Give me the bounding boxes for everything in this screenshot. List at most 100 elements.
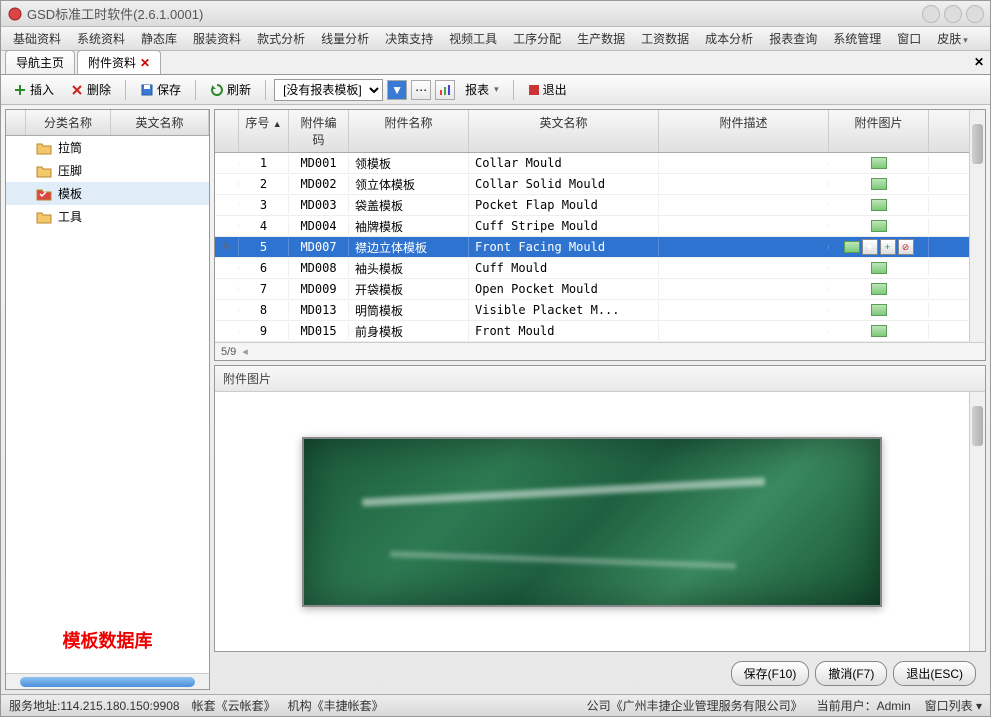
refresh-button[interactable]: 刷新 — [204, 79, 257, 100]
menu-basic[interactable]: 基础资料 — [5, 27, 69, 50]
exit-esc-button[interactable]: 退出(ESC) — [893, 661, 976, 686]
menu-production[interactable]: 生产数据 — [569, 27, 633, 50]
menu-process[interactable]: 工序分配 — [505, 27, 569, 50]
cell-ename: Pocket Flap Mould — [469, 196, 659, 214]
menu-style[interactable]: 款式分析 — [249, 27, 313, 50]
row-marker: ✎ — [215, 238, 239, 256]
cell-seq: 4 — [239, 217, 289, 235]
cell-seq: 9 — [239, 322, 289, 340]
template-dropdown-button[interactable]: ▼ — [387, 80, 407, 100]
delete-button[interactable]: 删除 — [64, 79, 117, 100]
menu-wage[interactable]: 工资数据 — [633, 27, 697, 50]
cell-desc — [659, 245, 829, 249]
pic-add-button[interactable]: + — [880, 239, 896, 255]
grid-row[interactable]: 2MD002领立体模板Collar Solid Mould — [215, 174, 969, 195]
category-title-label: 模板数据库 — [6, 607, 209, 673]
grid-vscrollbar[interactable] — [969, 110, 985, 342]
tree-item-模板[interactable]: 模板 — [6, 182, 209, 205]
grid-header-code[interactable]: 附件编码 — [289, 110, 349, 152]
cell-seq: 1 — [239, 154, 289, 172]
menu-static[interactable]: 静态库 — [133, 27, 185, 50]
cell-ename: Open Pocket Mould — [469, 280, 659, 298]
menu-cost[interactable]: 成本分析 — [697, 27, 761, 50]
tree-item-压脚[interactable]: 压脚 — [6, 159, 209, 182]
tree-header-english[interactable]: 英文名称 — [111, 110, 209, 135]
folder-icon — [36, 164, 52, 178]
grid-row[interactable]: ✎5MD007襟边立体模板Front Facing Mould▼+⊘ — [215, 237, 969, 258]
grid-row[interactable]: 3MD003袋盖模板Pocket Flap Mould — [215, 195, 969, 216]
category-tree-pane: 分类名称 英文名称 拉筒压脚模板工具 模板数据库 — [5, 109, 210, 690]
cell-pic — [829, 218, 929, 234]
picture-icon — [871, 199, 887, 211]
tree-header-category[interactable]: 分类名称 — [26, 110, 111, 135]
tab-attachment[interactable]: 附件资料 ✕ — [77, 50, 161, 74]
cell-name: 袖牌模板 — [349, 216, 469, 237]
menubar: 基础资料 系统资料 静态库 服装资料 款式分析 线量分析 决策支持 视频工具 工… — [1, 27, 990, 51]
template-select[interactable]: [没有报表模板] — [274, 79, 383, 101]
cell-desc — [659, 224, 829, 228]
menu-report[interactable]: 报表查询 — [761, 27, 825, 50]
preview-vscrollbar[interactable] — [969, 392, 985, 651]
grid-row[interactable]: 8MD013明筒模板Visible Placket M... — [215, 300, 969, 321]
content-area: 分类名称 英文名称 拉筒压脚模板工具 模板数据库 序号 ▲ 附件编码 附件名称 … — [1, 105, 990, 694]
menu-thread[interactable]: 线量分析 — [313, 27, 377, 50]
cancel-f7-button[interactable]: 撤消(F7) — [815, 661, 887, 686]
grid-row[interactable]: 4MD004袖牌模板Cuff Stripe Mould — [215, 216, 969, 237]
minimize-button[interactable] — [922, 5, 940, 23]
toolbar-separator — [125, 80, 126, 100]
menu-video[interactable]: 视频工具 — [441, 27, 505, 50]
grid-header-pic[interactable]: 附件图片 — [829, 110, 929, 152]
grid-row[interactable]: 6MD008袖头模板Cuff Mould — [215, 258, 969, 279]
cell-pic — [829, 176, 929, 192]
grid-row[interactable]: 9MD015前身模板Front Mould — [215, 321, 969, 342]
tab-close-icon[interactable]: ✕ — [140, 56, 150, 70]
menu-skin[interactable]: 皮肤▾ — [929, 27, 976, 50]
menu-decision[interactable]: 决策支持 — [377, 27, 441, 50]
exit-button[interactable]: 退出 — [522, 79, 573, 100]
tab-nav-home[interactable]: 导航主页 — [5, 50, 75, 74]
tree-hscrollbar[interactable] — [6, 673, 209, 689]
cell-code: MD001 — [289, 154, 349, 172]
cell-code: MD002 — [289, 175, 349, 193]
status-window-list[interactable]: 窗口列表 ▾ — [925, 697, 982, 714]
grid-header-desc[interactable]: 附件描述 — [659, 110, 829, 152]
grid-header-ename[interactable]: 英文名称 — [469, 110, 659, 152]
tree-header-icon-col — [6, 110, 26, 135]
cell-seq: 3 — [239, 196, 289, 214]
tab-nav-home-label: 导航主页 — [16, 54, 64, 71]
save-f10-button[interactable]: 保存(F10) — [731, 661, 810, 686]
pic-dropdown-button[interactable]: ▼ — [862, 239, 878, 255]
cell-ename: Visible Placket M... — [469, 301, 659, 319]
menu-sysmanage[interactable]: 系统管理 — [825, 27, 889, 50]
tree-item-拉筒[interactable]: 拉筒 — [6, 136, 209, 159]
grid-header-seq[interactable]: 序号 ▲ — [239, 110, 289, 152]
tree-item-工具[interactable]: 工具 — [6, 205, 209, 228]
tree-item-label: 压脚 — [58, 162, 82, 179]
save-button[interactable]: 保存 — [134, 79, 187, 100]
tabbar-close-icon[interactable]: ✕ — [974, 55, 984, 69]
menu-system[interactable]: 系统资料 — [69, 27, 133, 50]
grid-row[interactable]: 7MD009开袋模板Open Pocket Mould — [215, 279, 969, 300]
cell-code: MD008 — [289, 259, 349, 277]
maximize-button[interactable] — [944, 5, 962, 23]
status-user: 当前用户：Admin — [817, 697, 911, 714]
tree-header: 分类名称 英文名称 — [6, 110, 209, 136]
status-server: 服务地址:114.215.180.150:9908 — [9, 697, 180, 714]
report-button[interactable]: 报表▾ — [459, 79, 505, 100]
pic-remove-button[interactable]: ⊘ — [898, 239, 914, 255]
menu-window[interactable]: 窗口 — [889, 27, 929, 50]
template-chart-button[interactable] — [435, 80, 455, 100]
attachment-photo — [302, 437, 882, 607]
close-button[interactable] — [966, 5, 984, 23]
picture-icon — [871, 283, 887, 295]
status-org: 机构《丰捷帐套》 — [288, 697, 384, 714]
tree-body: 拉筒压脚模板工具 — [6, 136, 209, 607]
app-window: GSD标准工时软件(2.6.1.0001) 基础资料 系统资料 静态库 服装资料… — [0, 0, 991, 717]
template-option-button[interactable]: ⋯ — [411, 80, 431, 100]
grid-header-name[interactable]: 附件名称 — [349, 110, 469, 152]
insert-button[interactable]: 插入 — [7, 79, 60, 100]
refresh-icon — [210, 83, 224, 97]
status-account: 帐套《云帐套》 — [192, 697, 276, 714]
menu-clothing[interactable]: 服装资料 — [185, 27, 249, 50]
grid-row[interactable]: 1MD001领模板Collar Mould — [215, 153, 969, 174]
